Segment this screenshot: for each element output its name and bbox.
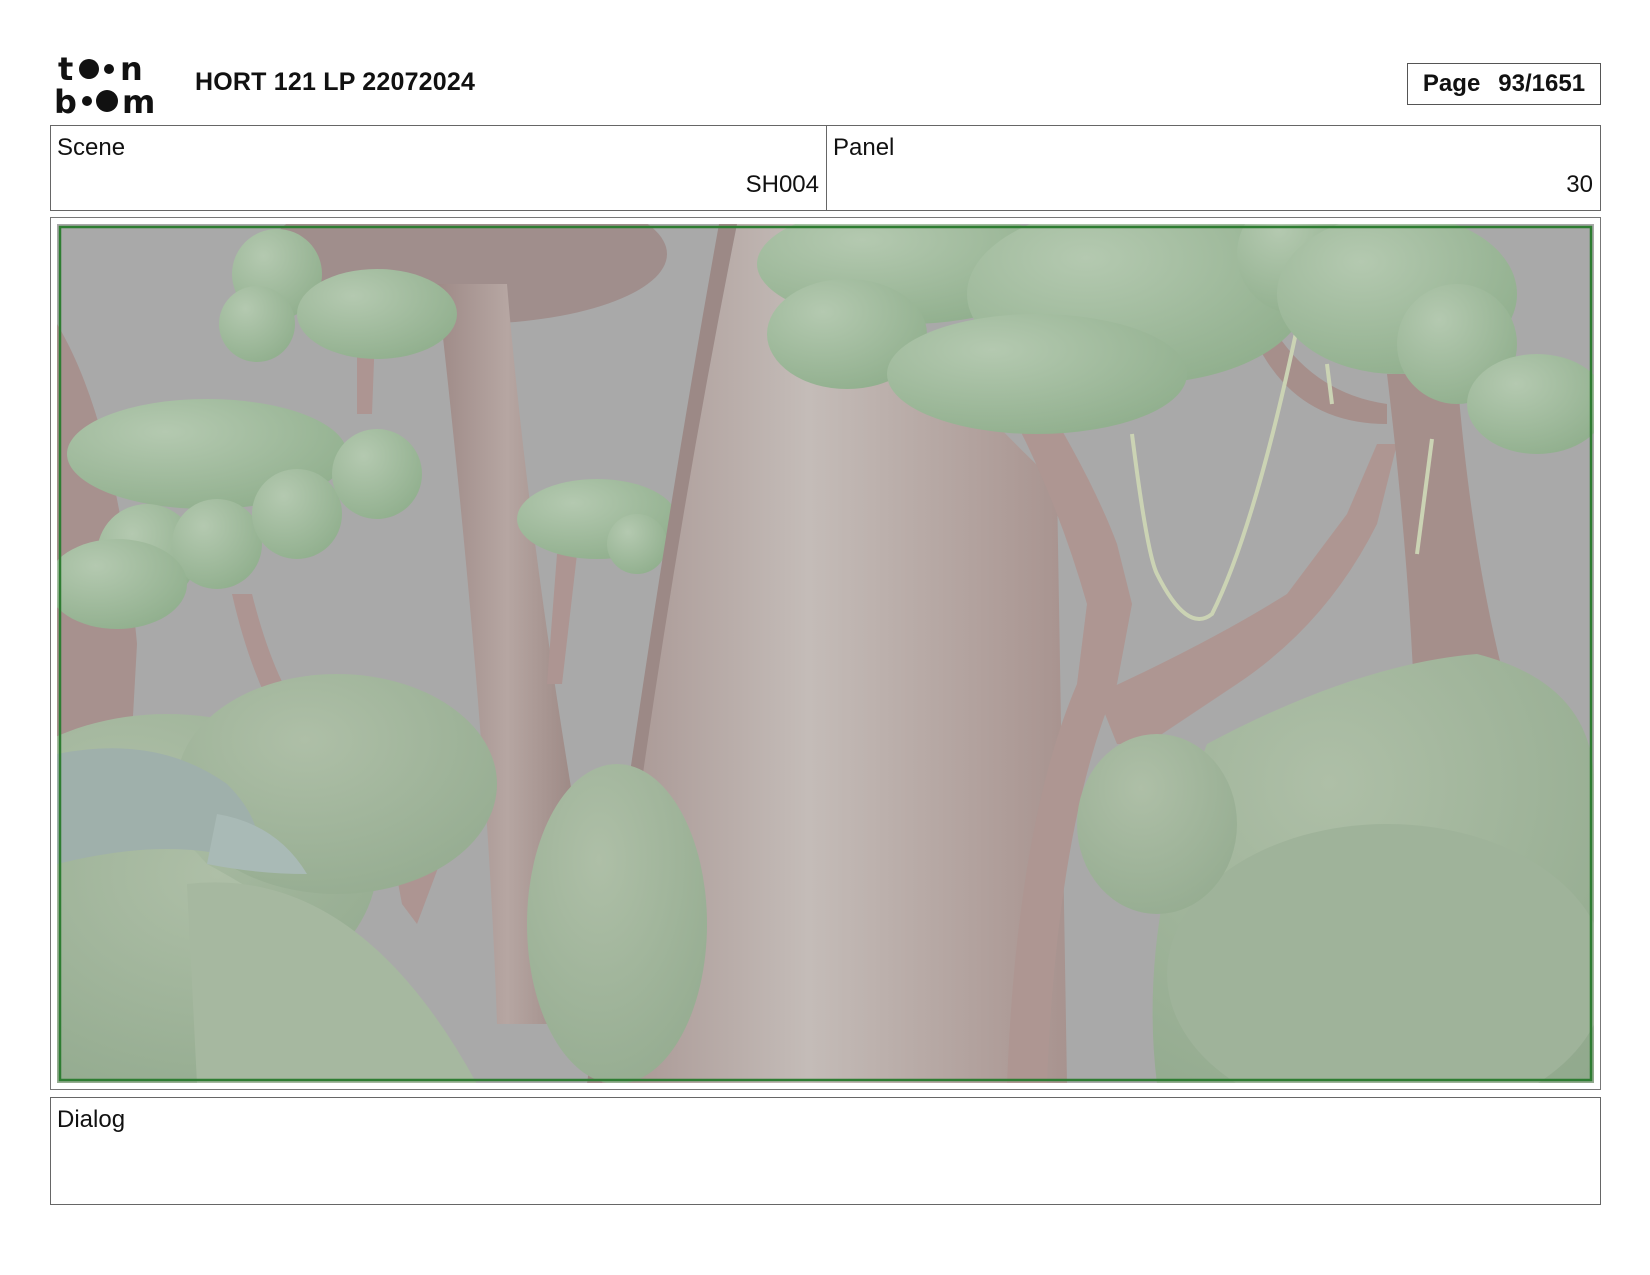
- svg-text:b: b: [54, 83, 77, 116]
- dialog-label: Dialog: [57, 1106, 126, 1133]
- svg-text:m: m: [122, 83, 155, 116]
- panel-value: 30: [1566, 171, 1593, 198]
- scene-cell: Scene SH004: [51, 126, 827, 210]
- toon-boom-logo: t n b m: [54, 52, 155, 116]
- panel-label: Panel: [833, 134, 895, 161]
- scene-panel-row: Scene SH004 Panel 30: [50, 125, 1601, 211]
- page-indicator: Page 93/1651: [1407, 63, 1601, 105]
- storyboard-panel-image: [50, 217, 1601, 1090]
- page-label: Page: [1422, 70, 1481, 97]
- dialog-box: Dialog: [50, 1097, 1601, 1205]
- document-title: HORT 121 LP 22072024: [195, 68, 476, 96]
- scene-value: SH004: [745, 171, 819, 198]
- forest-scene-illustration: [57, 224, 1594, 1083]
- page-value: 93/1651: [1498, 70, 1586, 97]
- panel-cell: Panel 30: [827, 126, 1600, 210]
- scene-label: Scene: [57, 134, 126, 161]
